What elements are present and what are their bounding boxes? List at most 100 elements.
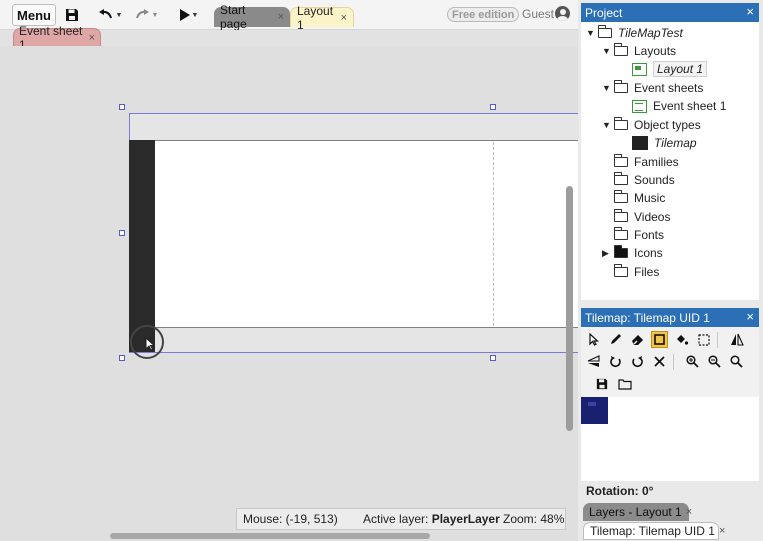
tilemap-object[interactable] [129, 140, 155, 352]
tile-swatch[interactable] [581, 397, 608, 424]
rotate-cw-icon [632, 356, 643, 368]
tree-item-project-root[interactable]: ▼ TileMapTest [586, 24, 683, 42]
save-tiles-button[interactable] [593, 375, 610, 392]
tilemap-toolbar [581, 327, 759, 397]
redo-button[interactable]: ▼ [131, 4, 161, 26]
project-panel-header: Project × [581, 3, 759, 22]
active-layer-value: PlayerLayer [431, 512, 500, 526]
window-guide-line [493, 142, 494, 326]
undo-dropdown-icon[interactable]: ▼ [116, 12, 123, 19]
open-tiles-button[interactable] [616, 375, 633, 392]
tab-label: Layers - Layout 1 [589, 505, 682, 519]
zoom-reset-button[interactable] [728, 353, 745, 370]
zoom-in-button[interactable] [684, 353, 701, 370]
tree-item-videos[interactable]: Videos [613, 208, 670, 226]
tree-item-layouts[interactable]: ▼ Layouts [602, 42, 676, 60]
toolbar-separator [673, 354, 674, 370]
tree-item-icons[interactable]: ▶ Icons [602, 244, 663, 262]
redo-dropdown-icon[interactable]: ▼ [152, 12, 159, 19]
tab-event-sheet-1[interactable]: Event sheet 1 × [13, 24, 101, 52]
expand-down-icon[interactable]: ▼ [602, 83, 614, 93]
clear-button[interactable] [651, 353, 668, 370]
resize-handle[interactable] [119, 230, 125, 236]
pointer-icon [588, 333, 599, 346]
tab-label: Layout 1 [297, 3, 334, 32]
tree-item-tilemap[interactable]: Tilemap [632, 134, 697, 152]
rotate-cw-button[interactable] [629, 353, 646, 370]
resize-handle[interactable] [119, 355, 125, 361]
eraser-tool-button[interactable] [629, 331, 646, 348]
project-tree: ▼ TileMapTest ▼ Layouts Layout 1 ▼ Event sh… [581, 22, 759, 300]
vertical-scrollbar[interactable] [566, 186, 573, 431]
expand-down-icon[interactable]: ▼ [586, 28, 598, 38]
free-edition-badge[interactable]: Free edition [447, 7, 520, 22]
guest-label[interactable]: Guest [522, 7, 554, 21]
folder-icon [613, 117, 628, 130]
tree-item-sounds[interactable]: Sounds [613, 171, 675, 189]
rectangle-icon [654, 334, 665, 345]
mirror-icon [730, 333, 744, 346]
tree-item-layout-1[interactable]: Layout 1 [632, 60, 708, 78]
tree-item-families[interactable]: Families [613, 153, 679, 171]
close-icon[interactable]: × [746, 309, 754, 324]
folder-icon [613, 43, 628, 56]
user-icon[interactable] [555, 6, 570, 21]
tree-item-event-sheets[interactable]: ▼ Event sheets [602, 79, 703, 97]
folder-icon [613, 264, 628, 277]
pencil-tool-button[interactable] [607, 331, 624, 348]
resize-handle[interactable] [490, 104, 496, 110]
zoom-readout: Zoom: 48% [503, 512, 565, 526]
folder-icon [613, 190, 628, 203]
close-icon[interactable]: × [341, 12, 347, 24]
zoom-in-icon [686, 355, 699, 368]
tree-item-event-sheet-1[interactable]: Event sheet 1 [632, 97, 726, 115]
close-icon[interactable]: × [278, 11, 284, 23]
tab-start-page[interactable]: Start page × [214, 3, 290, 31]
close-icon[interactable]: × [89, 32, 95, 44]
redo-icon [135, 9, 149, 19]
resize-handle[interactable] [490, 355, 496, 361]
mouse-pointer-icon [145, 337, 155, 351]
tab-layout-1[interactable]: Layout 1 × [290, 4, 354, 32]
selection-tool-button[interactable] [695, 331, 712, 348]
pencil-icon [611, 334, 621, 344]
tree-item-fonts[interactable]: Fonts [613, 226, 664, 244]
rotation-readout: Rotation: 0° [586, 484, 654, 498]
resize-handle[interactable] [119, 104, 125, 110]
tree-item-music[interactable]: Music [613, 189, 665, 207]
flip-button[interactable] [585, 353, 602, 370]
save-icon [66, 9, 78, 21]
tab-tilemap-uid-1[interactable]: Tilemap: Tilemap UID 1 × [583, 522, 725, 540]
undo-button[interactable]: ▼ [95, 4, 125, 26]
preview-button[interactable]: ▼ [176, 4, 202, 26]
zoom-out-button[interactable] [706, 353, 723, 370]
tab-label: Tilemap: Tilemap UID 1 [590, 524, 715, 538]
mirror-button[interactable] [728, 331, 745, 348]
folder-icon [597, 25, 612, 38]
preview-dropdown-icon[interactable]: ▼ [192, 12, 199, 19]
tab-label: Start page [220, 3, 247, 31]
main-toolbar: Menu ▼ ▼ ▼ Start page × Layout 1 × Free … [0, 0, 578, 32]
pointer-tool-button[interactable] [585, 331, 602, 348]
close-icon[interactable]: × [746, 4, 754, 19]
magnifier-icon [730, 355, 743, 368]
fill-tool-button[interactable] [673, 331, 690, 348]
expand-down-icon[interactable]: ▼ [602, 120, 614, 130]
horizontal-scrollbar[interactable] [110, 533, 430, 539]
close-icon[interactable]: × [719, 525, 725, 537]
zoom-out-icon [708, 355, 721, 368]
expand-down-icon[interactable]: ▼ [602, 46, 614, 56]
panel-title: Project [585, 5, 623, 20]
rotate-ccw-button[interactable] [607, 353, 624, 370]
folder-icon [613, 80, 628, 93]
tree-item-object-types[interactable]: ▼ Object types [602, 116, 701, 134]
tab-layers-layout-1[interactable]: Layers - Layout 1 × [583, 503, 692, 521]
layout-canvas[interactable]: Mouse: (-19, 513) Active layer: PlayerLa… [0, 46, 578, 541]
paint-bucket-icon [676, 335, 688, 345]
expand-right-icon[interactable]: ▶ [602, 248, 614, 259]
layer-viewport [154, 140, 578, 328]
toolbar-separator [717, 332, 718, 348]
rectangle-tool-button[interactable] [651, 331, 668, 348]
close-icon[interactable]: × [686, 506, 692, 518]
tree-item-files[interactable]: Files [613, 263, 659, 281]
